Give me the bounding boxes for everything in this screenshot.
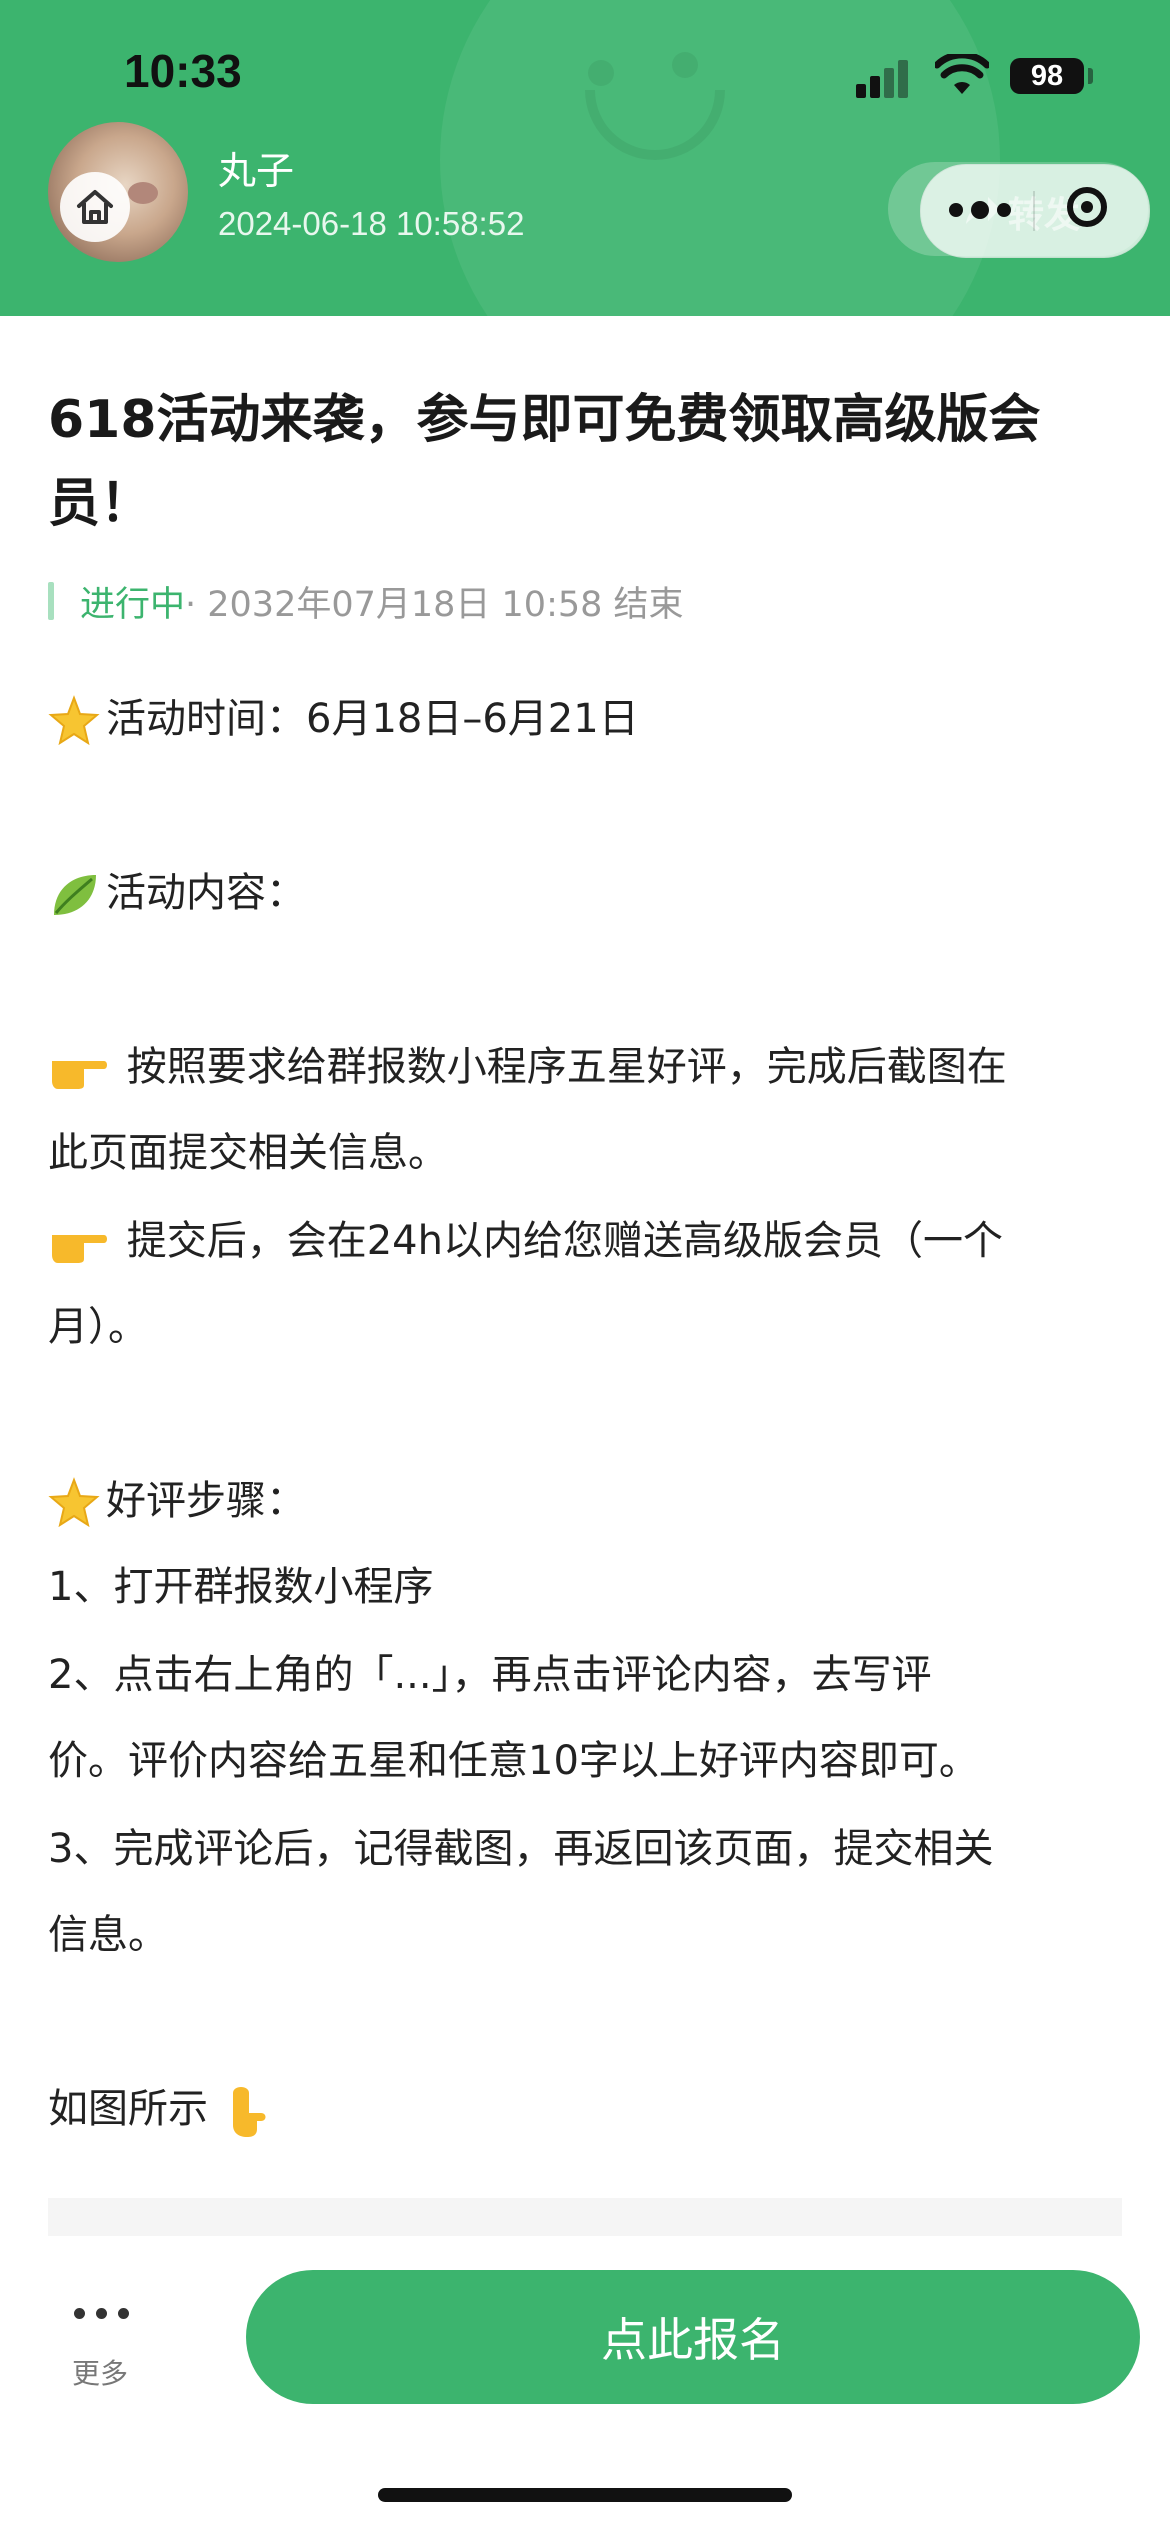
point-right-icon bbox=[52, 1235, 107, 1263]
leaf-icon bbox=[54, 875, 96, 915]
decorative-smiley-background bbox=[440, 0, 1000, 316]
content-line: 如图所示 bbox=[48, 2076, 277, 2139]
content-line: 活动时间：6月18日–6月21日 bbox=[48, 686, 639, 747]
more-label: 更多 bbox=[72, 2357, 129, 2390]
capsule-close-icon[interactable] bbox=[1067, 187, 1107, 227]
capsule-divider bbox=[1033, 191, 1035, 231]
content-line: 2、点击右上角的「...」，再点击评论内容，去写评 bbox=[48, 1652, 932, 1698]
end-time-text: · 2032年07月18日 10:58 结束 bbox=[185, 584, 684, 625]
content-line: 1、打开群报数小程序 bbox=[48, 1564, 434, 1610]
point-down-icon bbox=[232, 2087, 266, 2137]
content-line: 价。评价内容给五星和任意10字以上好评内容即可。 bbox=[48, 1738, 979, 1784]
home-button[interactable] bbox=[60, 172, 130, 242]
decorative-eye bbox=[588, 60, 614, 86]
content-line: 提交后，会在24h以内给您赠送高级版会员（一个 bbox=[48, 1208, 1003, 1266]
content-line: 3、完成评论后，记得截图，再返回该页面，提交相关 bbox=[48, 1826, 994, 1872]
status-bar-time: 10:33 bbox=[124, 45, 242, 97]
battery-indicator: 98 bbox=[1010, 58, 1084, 94]
author-name: 丸子 bbox=[218, 149, 295, 193]
avatar-detail bbox=[128, 182, 158, 204]
content-line: 好评步骤： bbox=[48, 1468, 306, 1529]
content-line: 活动内容： bbox=[48, 860, 306, 921]
mini-program-capsule bbox=[920, 164, 1150, 258]
home-icon bbox=[77, 190, 113, 224]
more-button[interactable]: 更多 bbox=[62, 2298, 148, 2390]
signup-button[interactable]: 点此报名 bbox=[246, 2270, 1140, 2404]
decorative-eye bbox=[672, 52, 698, 78]
star-icon bbox=[48, 1477, 100, 1528]
content-line: 此页面提交相关信息。 bbox=[48, 1130, 448, 1176]
content-line: 月）。 bbox=[48, 1304, 148, 1350]
wifi-icon bbox=[935, 54, 989, 94]
star-icon bbox=[48, 695, 100, 746]
page-title: 618活动来袭，参与即可免费领取高级版会员！ bbox=[48, 390, 1041, 534]
battery-nub bbox=[1088, 68, 1093, 84]
post-timestamp: 2024-06-18 10:58:52 bbox=[218, 205, 525, 242]
content-line: 信息。 bbox=[48, 1912, 168, 1958]
point-right-icon bbox=[52, 1061, 107, 1089]
cellular-signal-icon bbox=[856, 58, 916, 98]
home-indicator bbox=[378, 2488, 792, 2502]
status-badge: 进行中 bbox=[80, 584, 186, 625]
activity-status-row: 进行中 · 2032年07月18日 10:58 结束 bbox=[48, 576, 684, 626]
content-line: 按照要求给群报数小程序五星好评，完成后截图在 bbox=[48, 1034, 1007, 1092]
status-accent-bar bbox=[48, 582, 54, 620]
